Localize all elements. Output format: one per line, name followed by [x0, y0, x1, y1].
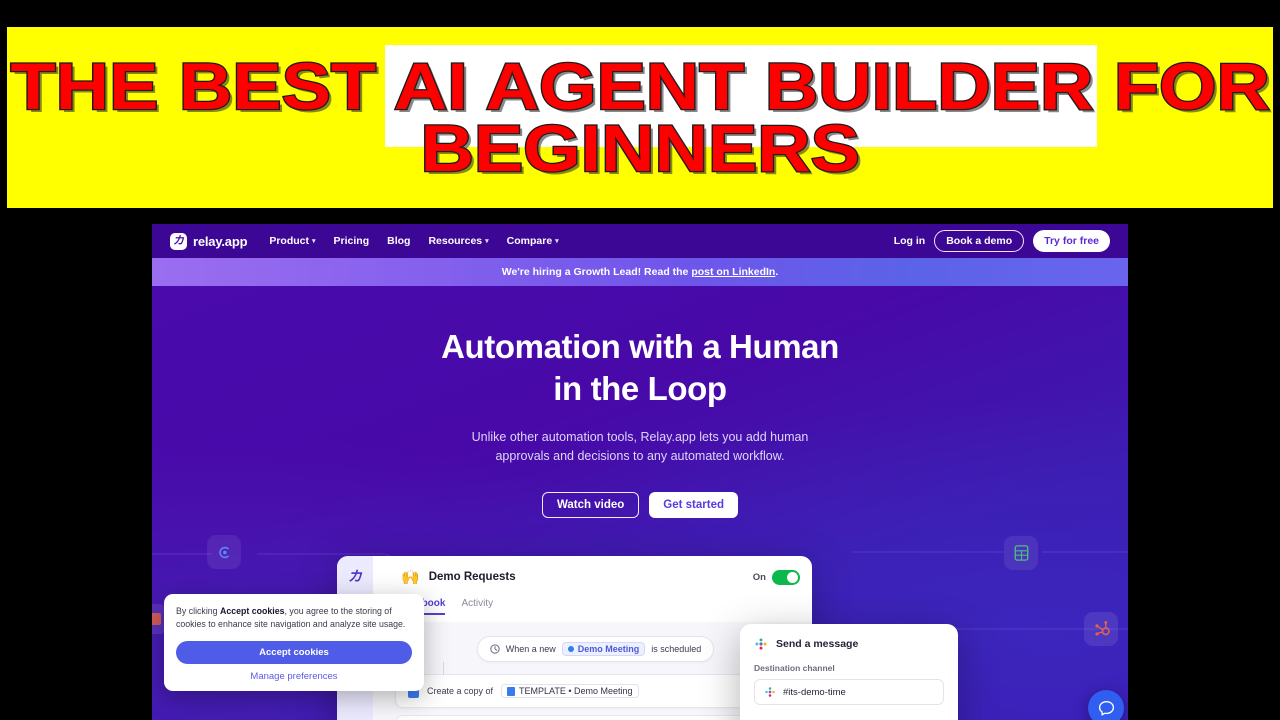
watch-video-button[interactable]: Watch video: [541, 491, 640, 518]
trigger-prefix: When a new: [505, 644, 556, 654]
calendar-dot-icon: [567, 646, 574, 652]
workflow-connector: [443, 662, 444, 674]
book-demo-button[interactable]: Book a demo: [934, 230, 1025, 252]
logo[interactable]: カ relay.app: [170, 232, 248, 250]
cookie-text-start: By clicking: [176, 606, 220, 616]
banner-line-1: THE BEST AI AGENT BUILDER FOR: [9, 49, 1271, 124]
login-link[interactable]: Log in: [894, 235, 926, 247]
hero-section: Automation with a Human in the Loop Unli…: [152, 286, 1128, 518]
cookie-consent-text: By clicking Accept cookies, you agree to…: [176, 605, 412, 631]
slack-channel-value: #its-demo-time: [783, 686, 846, 698]
workflow-emoji-icon: 🙌: [401, 569, 420, 586]
step-1-chip-label: TEMPLATE • Demo Meeting: [519, 686, 633, 696]
chat-widget-button[interactable]: [1088, 690, 1124, 720]
thumbnail-banner: THE BEST AI AGENT BUILDER FOR BEGINNERS: [7, 27, 1273, 208]
hero-subtitle: Unlike other automation tools, Relay.app…: [472, 428, 809, 464]
slack-card-title: Send a message: [776, 638, 859, 650]
trigger-chip-label: Demo Meeting: [577, 644, 640, 654]
hero-title-line-2: in the Loop: [553, 370, 727, 408]
chat-bubble-icon: [1098, 700, 1114, 716]
logo-text: relay.app: [193, 233, 248, 249]
grid-glyph: [1014, 545, 1028, 561]
calendly-glyph: [218, 546, 229, 558]
workflow-title: Demo Requests: [428, 571, 516, 583]
tab-activity[interactable]: Activity: [461, 598, 493, 615]
slack-field-label: Destination channel: [754, 663, 835, 673]
cookie-consent-banner: By clicking Accept cookies, you agree to…: [164, 594, 424, 691]
workflow-toggle-group[interactable]: On: [752, 569, 800, 585]
nav-item-resources-label: Resources: [428, 235, 483, 247]
trigger-suffix: is scheduled: [651, 644, 702, 654]
nav-item-blog[interactable]: Blog: [387, 235, 410, 247]
nav-item-blog-label: Blog: [387, 235, 411, 247]
announcement-prefix: We're hiring a Growth Lead! Read the: [501, 266, 692, 278]
step-1-chip[interactable]: TEMPLATE • Demo Meeting: [501, 684, 639, 698]
slack-action-card: Send a message Destination channel #its-…: [740, 624, 958, 720]
nav-item-resources[interactable]: Resources ▾: [428, 235, 488, 247]
nav-actions: Log in Book a demo Try for free: [894, 230, 1110, 252]
nav-links: Product ▾ Pricing Blog Resources ▾ Compa…: [269, 235, 558, 247]
slack-icon: [755, 638, 767, 650]
nav-item-pricing-label: Pricing: [333, 235, 370, 247]
document-icon: [507, 686, 516, 696]
hero-cta-group: Watch video Get started: [541, 491, 739, 518]
slack-icon: [765, 687, 775, 697]
hubspot-glyph: [1094, 620, 1110, 636]
announcement-link[interactable]: post on LinkedIn: [691, 266, 775, 278]
slack-card-header: Send a message: [754, 637, 944, 651]
try-for-free-button[interactable]: Try for free: [1033, 230, 1110, 252]
hero-title-line-1: Automation with a Human: [441, 328, 839, 365]
workflow-trigger[interactable]: When a new Demo Meeting is scheduled: [476, 636, 715, 662]
workflow-toggle-switch[interactable]: [772, 569, 800, 585]
step-1-prefix: Create a copy of: [427, 686, 494, 696]
site-navbar: カ relay.app Product ▾ Pricing Blog Resou…: [152, 224, 1128, 258]
workflow-step-1[interactable]: Create a copy of TEMPLATE • Demo Meeting: [395, 674, 796, 708]
manage-preferences-link[interactable]: Manage preferences: [176, 671, 412, 682]
hero-subtitle-line-1: Unlike other automation tools, Relay.app…: [471, 430, 809, 445]
workflow-toggle-label: On: [752, 571, 766, 583]
banner-text-block: THE BEST AI AGENT BUILDER FOR BEGINNERS: [7, 27, 1273, 208]
clock-icon: [490, 644, 500, 654]
announcement-suffix: .: [775, 266, 779, 278]
chevron-down-icon: ▾: [312, 238, 316, 245]
chevron-down-icon: ▾: [485, 238, 489, 245]
banner-line-2: BEGINNERS: [419, 110, 861, 185]
nav-item-product[interactable]: Product ▾: [269, 235, 315, 247]
nav-item-product-label: Product: [269, 235, 309, 247]
cookie-text-bold: Accept cookies: [220, 606, 285, 616]
slack-channel-input[interactable]: #its-demo-time: [754, 679, 944, 705]
hubspot-icon: [1084, 612, 1118, 646]
get-started-button[interactable]: Get started: [649, 491, 739, 518]
workflow-step-2[interactable]: [395, 715, 796, 720]
nav-item-compare[interactable]: Compare ▾: [507, 235, 559, 247]
airtable-grid-icon: [1004, 536, 1038, 570]
screenshot-stage: THE BEST AI AGENT BUILDER FOR BEGINNERS: [0, 0, 1280, 720]
announcement-bar[interactable]: We're hiring a Growth Lead! Read the pos…: [152, 258, 1128, 286]
calendly-icon: [207, 535, 241, 569]
accept-cookies-button[interactable]: Accept cookies: [176, 641, 412, 665]
chevron-down-icon: ▾: [555, 238, 559, 245]
workflow-trigger-row: When a new Demo Meeting is scheduled: [395, 636, 796, 662]
website-screenshot: カ relay.app Product ▾ Pricing Blog Resou…: [152, 224, 1128, 720]
nav-item-compare-label: Compare: [506, 235, 553, 247]
hero-subtitle-line-2: approvals and decisions to any automated…: [495, 448, 785, 463]
nav-item-pricing[interactable]: Pricing: [334, 235, 370, 247]
workflow-header: 🙌 Demo Requests On: [373, 556, 812, 598]
announcement-text: We're hiring a Growth Lead! Read the pos…: [502, 266, 779, 278]
trigger-chip[interactable]: Demo Meeting: [561, 642, 646, 656]
page-title: Automation with a Human in the Loop: [441, 326, 839, 410]
relay-logo-icon: カ: [170, 232, 187, 250]
partial-glyph: [152, 613, 161, 625]
